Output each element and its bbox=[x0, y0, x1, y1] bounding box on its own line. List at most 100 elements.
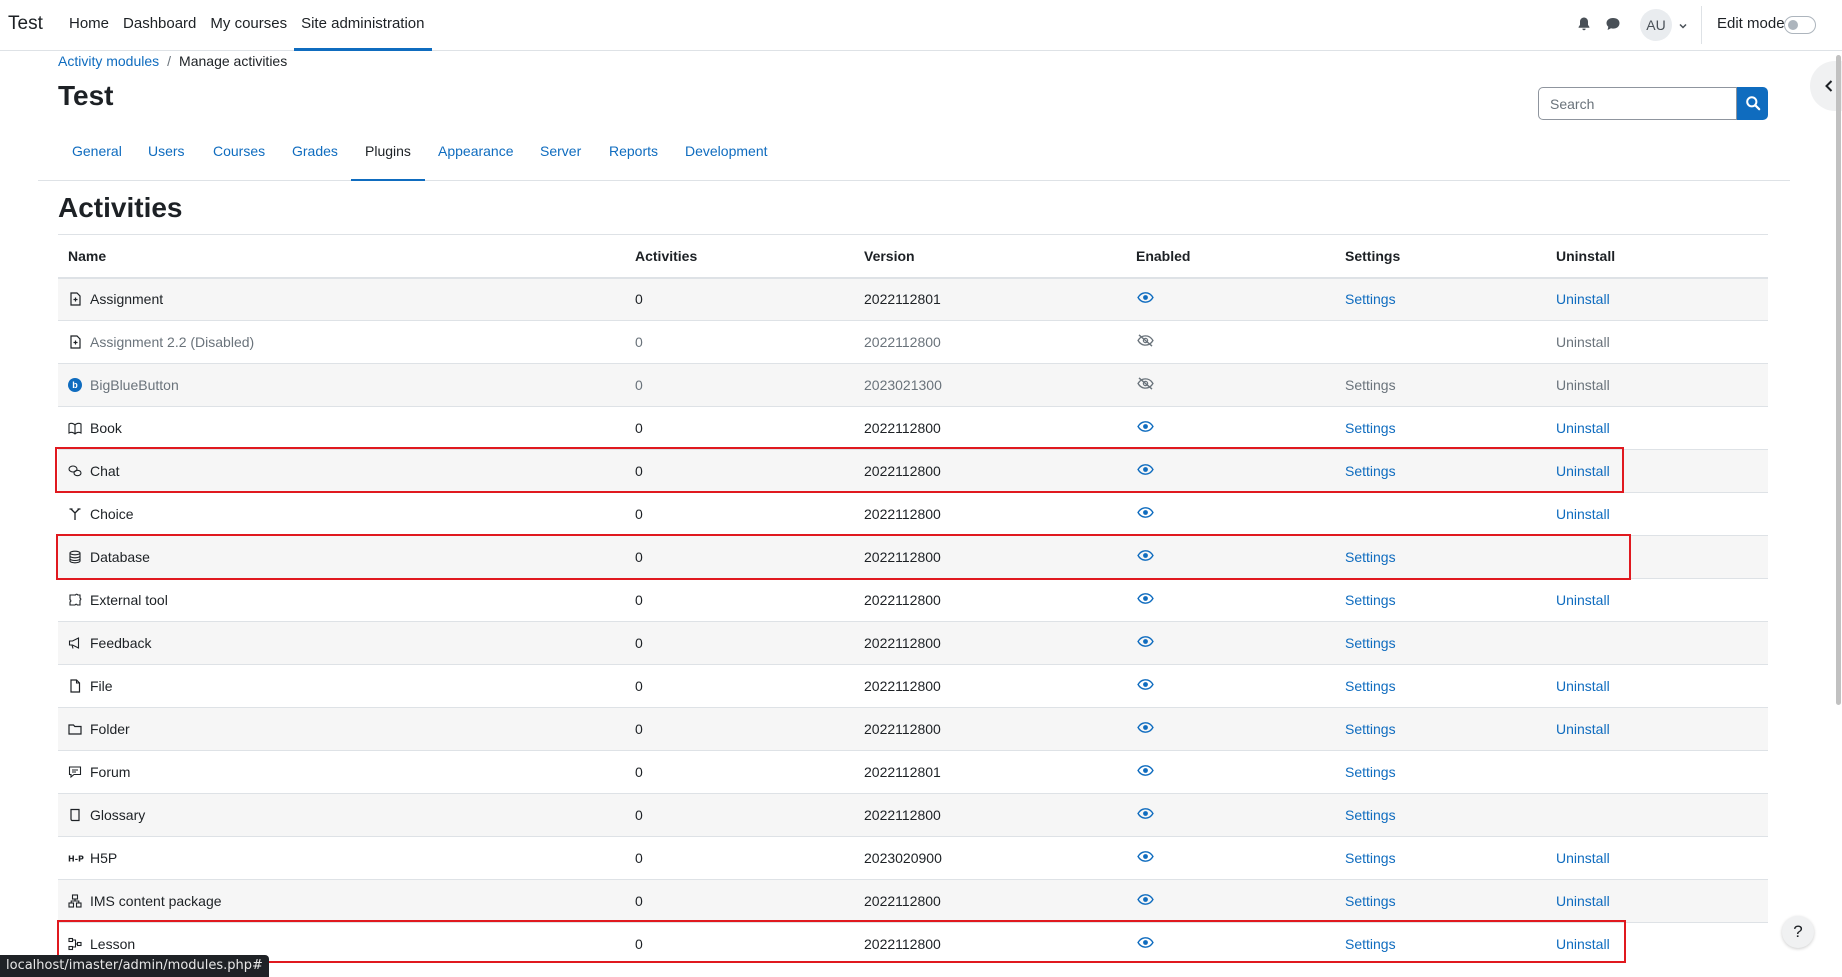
eye-icon[interactable] bbox=[1136, 893, 1154, 909]
uninstall-link[interactable]: Uninstall bbox=[1556, 678, 1610, 694]
uninstall-link[interactable]: Uninstall bbox=[1556, 936, 1610, 952]
tab-grades[interactable]: Grades bbox=[278, 132, 352, 181]
tab-courses[interactable]: Courses bbox=[199, 132, 279, 181]
cell-version: 2022112800 bbox=[854, 707, 1126, 751]
uninstall-link[interactable]: Uninstall bbox=[1556, 334, 1610, 350]
search-button[interactable] bbox=[1737, 87, 1768, 120]
column-header-name[interactable]: Name bbox=[58, 234, 625, 279]
eye-icon[interactable] bbox=[1136, 807, 1154, 823]
uninstall-link[interactable]: Uninstall bbox=[1556, 463, 1610, 479]
settings-link[interactable]: Settings bbox=[1345, 807, 1396, 823]
cell-name: External tool bbox=[58, 578, 625, 622]
tab-server[interactable]: Server bbox=[526, 132, 595, 181]
cell-activities: 0 bbox=[625, 879, 854, 923]
messages-chat-icon[interactable] bbox=[1605, 16, 1623, 34]
settings-link[interactable]: Settings bbox=[1345, 592, 1396, 608]
settings-link[interactable]: Settings bbox=[1345, 721, 1396, 737]
nav-item-home[interactable]: Home bbox=[62, 0, 116, 51]
column-header-version: Version bbox=[854, 234, 1126, 279]
settings-link[interactable]: Settings bbox=[1345, 678, 1396, 694]
eye-icon[interactable] bbox=[1136, 549, 1154, 565]
svg-text:H-P: H-P bbox=[68, 855, 84, 864]
user-avatar[interactable]: AU bbox=[1640, 9, 1672, 41]
tab-users[interactable]: Users bbox=[134, 132, 199, 181]
uninstall-link[interactable]: Uninstall bbox=[1556, 850, 1610, 866]
table-row: Chat 0 2022112800 Settings Uninstall bbox=[58, 449, 1768, 493]
uninstall-link[interactable]: Uninstall bbox=[1556, 420, 1610, 436]
uninstall-link[interactable]: Uninstall bbox=[1556, 592, 1610, 608]
cell-settings: Settings bbox=[1335, 879, 1546, 923]
nav-item-site-administration[interactable]: Site administration bbox=[294, 0, 432, 51]
notifications-bell-icon[interactable] bbox=[1576, 16, 1594, 34]
eye-slash-icon[interactable] bbox=[1136, 377, 1154, 393]
eye-icon[interactable] bbox=[1136, 936, 1154, 952]
primary-navigation: Home Dashboard My courses Site administr… bbox=[62, 0, 432, 51]
eye-icon[interactable] bbox=[1136, 291, 1154, 307]
help-button[interactable]: ? bbox=[1782, 916, 1814, 948]
settings-link[interactable]: Settings bbox=[1345, 291, 1396, 307]
nav-item-dashboard[interactable]: Dashboard bbox=[116, 0, 203, 51]
eye-icon[interactable] bbox=[1136, 506, 1154, 522]
eye-icon[interactable] bbox=[1136, 678, 1154, 694]
cell-uninstall bbox=[1546, 535, 1768, 579]
uninstall-link[interactable]: Uninstall bbox=[1556, 291, 1610, 307]
settings-link[interactable]: Settings bbox=[1345, 893, 1396, 909]
cell-enabled bbox=[1126, 750, 1335, 794]
cell-uninstall: Uninstall bbox=[1546, 492, 1768, 536]
eye-icon[interactable] bbox=[1136, 463, 1154, 479]
eye-icon[interactable] bbox=[1136, 850, 1154, 866]
navbar-divider bbox=[1701, 6, 1702, 44]
settings-link[interactable]: Settings bbox=[1345, 635, 1396, 651]
cell-enabled bbox=[1126, 449, 1335, 493]
cell-name: H-P H5P bbox=[58, 836, 625, 880]
activity-name: Glossary bbox=[90, 807, 146, 823]
page-scrollbar[interactable] bbox=[1836, 55, 1841, 705]
external-tool-icon bbox=[68, 593, 82, 607]
tab-plugins[interactable]: Plugins bbox=[351, 132, 425, 181]
cell-name: Feedback bbox=[58, 621, 625, 665]
feedback-icon bbox=[68, 636, 82, 650]
activity-name: Assignment 2.2 (Disabled) bbox=[90, 334, 255, 350]
uninstall-link[interactable]: Uninstall bbox=[1556, 506, 1610, 522]
cell-enabled bbox=[1126, 535, 1335, 579]
tab-development[interactable]: Development bbox=[671, 132, 782, 181]
cell-settings: Settings bbox=[1335, 750, 1546, 794]
cell-settings: Settings bbox=[1335, 664, 1546, 708]
cell-version: 2022112800 bbox=[854, 922, 1126, 966]
cell-uninstall: Uninstall bbox=[1546, 363, 1768, 407]
settings-link[interactable]: Settings bbox=[1345, 463, 1396, 479]
table-row: Assignment 0 2022112801 Settings Uninstall bbox=[58, 277, 1768, 321]
tab-reports[interactable]: Reports bbox=[595, 132, 672, 181]
uninstall-link[interactable]: Uninstall bbox=[1556, 377, 1610, 393]
edit-mode-toggle[interactable] bbox=[1784, 16, 1816, 34]
eye-icon[interactable] bbox=[1136, 420, 1154, 436]
settings-link[interactable]: Settings bbox=[1345, 420, 1396, 436]
site-brand[interactable]: Test bbox=[8, 13, 43, 35]
uninstall-link[interactable]: Uninstall bbox=[1556, 721, 1610, 737]
eye-icon[interactable] bbox=[1136, 721, 1154, 737]
settings-link[interactable]: Settings bbox=[1345, 549, 1396, 565]
folder-icon bbox=[68, 722, 82, 736]
breadcrumb-activity-modules[interactable]: Activity modules bbox=[58, 53, 159, 69]
tab-appearance[interactable]: Appearance bbox=[424, 132, 528, 181]
settings-link[interactable]: Settings bbox=[1345, 936, 1396, 952]
search-icon bbox=[1745, 95, 1761, 114]
uninstall-link[interactable]: Uninstall bbox=[1556, 893, 1610, 909]
nav-item-my-courses[interactable]: My courses bbox=[203, 0, 294, 51]
eye-icon[interactable] bbox=[1136, 592, 1154, 608]
settings-link[interactable]: Settings bbox=[1345, 377, 1396, 393]
eye-icon[interactable] bbox=[1136, 764, 1154, 780]
cell-version: 2022112800 bbox=[854, 406, 1126, 450]
eye-icon[interactable] bbox=[1136, 635, 1154, 651]
search-input[interactable] bbox=[1538, 87, 1737, 120]
settings-link[interactable]: Settings bbox=[1345, 850, 1396, 866]
cell-activities: 0 bbox=[625, 621, 854, 665]
chevron-down-icon[interactable] bbox=[1677, 19, 1689, 31]
settings-link[interactable]: Settings bbox=[1345, 764, 1396, 780]
cell-activities: 0 bbox=[625, 406, 854, 450]
eye-slash-icon[interactable] bbox=[1136, 334, 1154, 350]
cell-activities: 0 bbox=[625, 707, 854, 751]
tab-general[interactable]: General bbox=[58, 132, 136, 181]
column-header-activities: Activities bbox=[625, 234, 854, 279]
cell-settings: Settings bbox=[1335, 449, 1546, 493]
